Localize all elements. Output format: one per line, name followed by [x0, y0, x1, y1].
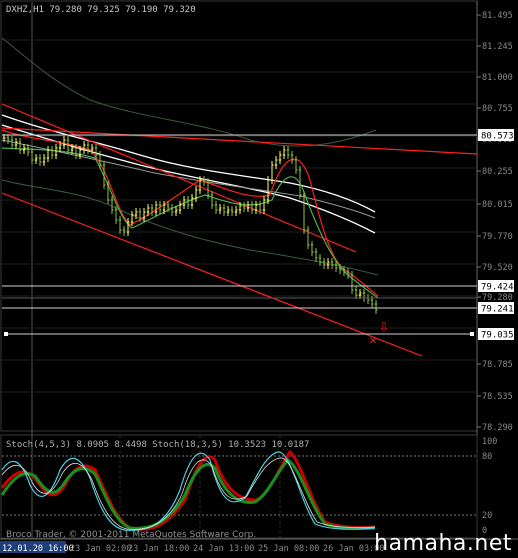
- main-chart-header: DXHZ,H1 79.280 79.325 79.190 79.320: [6, 5, 196, 15]
- time-label-text: 12.01.20 16:00: [2, 544, 74, 554]
- price-tick-label: 79.770: [482, 232, 513, 242]
- price-chart[interactable]: ⇩ ✕ DXHZ,H1 79.280 79.325 79.190 79.320 …: [0, 0, 518, 558]
- time-label: 23 Jan 02:00: [70, 544, 131, 554]
- price-tick-label: 79.520: [482, 263, 513, 273]
- red-fast-ma: [1, 129, 379, 297]
- stoch-axis-label: 20: [482, 511, 492, 521]
- stoch-panel: [0, 434, 478, 539]
- time-label-text: 24 Jan 13:00: [193, 544, 254, 554]
- time-label-text: 25 Jan 08:00: [258, 544, 319, 554]
- time-axis: 12.01.20 16:0023 Jan 02:0023 Jan 18:00 24…: [0, 541, 384, 554]
- channel-lower-line: [1, 192, 423, 357]
- stoch-axis: 10080200: [482, 437, 497, 536]
- down-arrow-icon: ⇩: [379, 320, 389, 334]
- hline-handle-left[interactable]: [4, 332, 8, 336]
- time-label: 12.01.20 16:00: [0, 541, 74, 554]
- time-label: 24 Jan 13:00: [193, 544, 254, 554]
- price-tick-label: 80.255: [482, 167, 513, 177]
- band-upper: [1, 37, 377, 147]
- main-panel: [0, 0, 478, 432]
- watermark-text: hamaha.net: [374, 531, 512, 556]
- price-tick-label: 78.290: [482, 423, 513, 433]
- channel-upper-line: [1, 127, 478, 155]
- cross-marker-icon: ✕: [369, 336, 377, 347]
- price-label-text: 79.241: [481, 305, 514, 315]
- price-tick-label: 81.000: [482, 73, 513, 83]
- price-label-text: 80.573: [481, 132, 514, 142]
- time-label-text: 23 Jan 18:00: [128, 544, 189, 554]
- stoch-axis-label: 80: [482, 452, 492, 462]
- price-tick-label: 79.280: [482, 293, 513, 303]
- price-label-text: 79.035: [481, 331, 514, 341]
- stoch-axis-label: 100: [482, 437, 497, 447]
- channel-mid-line: [1, 103, 357, 253]
- price-tick-label: 80.755: [482, 104, 513, 114]
- price-tick-label: 78.535: [482, 392, 513, 402]
- stoch-header: Stoch(4,5,3) 8.0905 8.4498 Stoch(18,3,5)…: [6, 440, 309, 450]
- time-label: 25 Jan 08:00: [258, 544, 319, 554]
- band-lower: [1, 179, 379, 276]
- price-tick-label: 81.245: [482, 42, 513, 52]
- price-tick-label: 78.785: [482, 360, 513, 370]
- price-tick-label: 80.015: [482, 200, 513, 210]
- price-label-text: 79.424: [481, 283, 514, 293]
- time-label-text: 23 Jan 02:00: [70, 544, 131, 554]
- price-tick-label: 81.495: [482, 11, 513, 21]
- hline-handle-right[interactable]: [470, 332, 474, 336]
- main-grid: [2, 39, 477, 393]
- time-label: 23 Jan 18:00: [128, 544, 189, 554]
- price-axis: 81.49581.24581.00080.75580.50580.25580.0…: [477, 11, 513, 433]
